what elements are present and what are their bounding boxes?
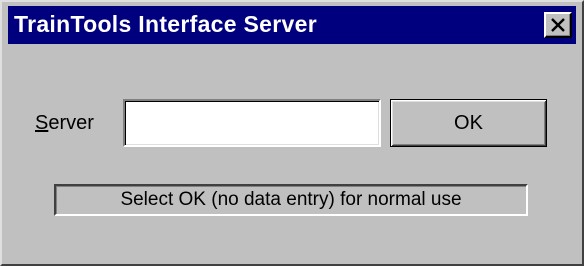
dialog-window: TrainTools Interface Server Server OK Se… [0, 0, 584, 266]
server-label-text: erver [48, 112, 94, 134]
window-title: TrainTools Interface Server [14, 11, 317, 37]
server-input[interactable] [123, 99, 381, 147]
ok-button[interactable]: OK [390, 99, 547, 147]
title-bar[interactable]: TrainTools Interface Server [8, 6, 576, 44]
close-icon [551, 18, 565, 32]
server-label-mnemonic: S [35, 112, 49, 134]
status-message: Select OK (no data entry) for normal use [54, 184, 528, 216]
close-button[interactable] [544, 12, 572, 38]
server-label: Server [35, 112, 94, 135]
